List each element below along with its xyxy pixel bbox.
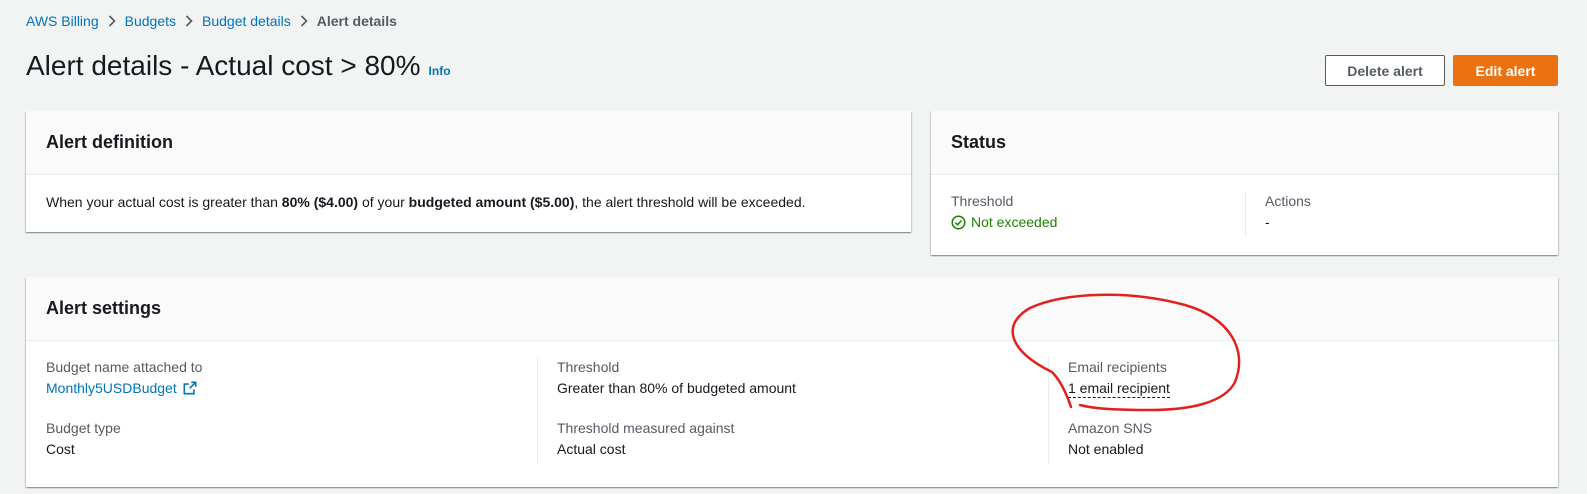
edit-alert-button[interactable]: Edit alert [1453,55,1558,86]
status-actions-value: - [1265,214,1270,230]
delete-alert-button[interactable]: Delete alert [1325,55,1445,86]
budget-type-label: Budget type [46,420,121,436]
chevron-right-icon [99,15,125,27]
measured-label: Threshold measured against [557,420,735,436]
chevron-right-icon [291,15,317,27]
budget-type-value: Cost [46,441,75,457]
definition-threshold: 80% ($4.00) [281,194,359,210]
column-divider [1245,191,1246,237]
budget-name-field: Budget name attached to Monthly5USDBudge… [46,359,202,396]
definition-text-mid: of your [358,194,409,210]
budget-name-link[interactable]: Monthly5USDBudget [46,380,197,396]
alert-definition-panel: Alert definition When your actual cost i… [26,111,911,232]
threshold-label: Threshold [557,359,620,375]
alert-definition-title: Alert definition [26,111,911,175]
budget-name-label: Budget name attached to [46,359,203,375]
sns-label: Amazon SNS [1068,420,1153,436]
breadcrumb-budget-details[interactable]: Budget details [202,13,291,29]
email-recipients-popover[interactable]: 1 email recipient [1068,380,1170,398]
sns-field: Amazon SNS Not enabled [1068,420,1152,457]
column-divider [537,357,538,465]
email-recipients-label: Email recipients [1068,359,1167,375]
status-actions: Actions - [1265,193,1311,230]
measured-value: Actual cost [557,441,626,457]
threshold-field: Threshold Greater than 80% of budgeted a… [557,359,796,396]
measured-field: Threshold measured against Actual cost [557,420,734,457]
status-threshold-label: Threshold [951,193,1014,209]
breadcrumb-current: Alert details [316,13,397,29]
breadcrumb-aws-billing[interactable]: AWS Billing [26,13,99,29]
definition-budget: budgeted amount ($5.00) [408,194,575,210]
status-threshold-text: Not exceeded [971,214,1058,230]
definition-text-post: , the alert threshold will be exceeded. [574,194,806,210]
email-recipients-field: Email recipients 1 email recipient [1068,359,1170,398]
definition-text-pre: When your actual cost is greater than [46,194,282,210]
breadcrumb: AWS Billing Budgets Budget details Alert… [26,11,397,31]
page-header: Alert details - Actual cost > 80% Info [26,50,451,86]
budget-name-text: Monthly5USDBudget [46,380,177,396]
external-link-icon [183,381,197,395]
page-title: Alert details - Actual cost > 80% [26,50,421,81]
chevron-right-icon [176,15,202,27]
column-divider [1048,357,1049,465]
breadcrumb-budgets[interactable]: Budgets [125,13,176,29]
status-threshold-value: Not exceeded [951,214,1057,230]
check-circle-icon [951,214,966,230]
status-threshold: Threshold Not exceeded [951,193,1057,230]
status-panel: Status Threshold Not exceeded Actions - [931,111,1558,255]
alert-settings-title: Alert settings [26,277,1558,341]
budget-type-field: Budget type Cost [46,420,121,457]
alert-settings-panel: Alert settings Budget name attached to M… [26,277,1558,487]
threshold-value: Greater than 80% of budgeted amount [557,380,796,396]
alert-definition-body: When your actual cost is greater than 80… [26,175,911,229]
sns-value: Not enabled [1068,441,1144,457]
info-link[interactable]: Info [429,64,451,78]
status-title: Status [931,111,1558,175]
status-actions-label: Actions [1265,193,1311,209]
